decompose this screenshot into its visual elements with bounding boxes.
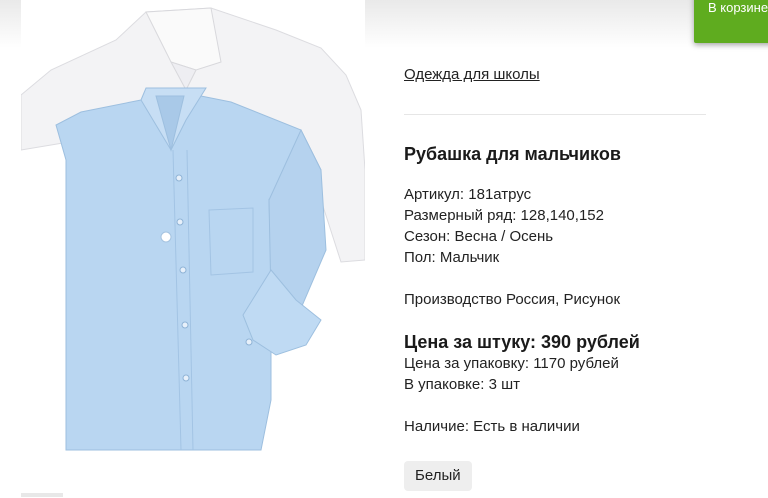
sizes-text: Размерный ряд: 128,140,152 bbox=[404, 207, 604, 224]
image-thumbnail-indicator bbox=[21, 493, 63, 497]
pack-price: Цена за упаковку: 1170 рублей bbox=[404, 355, 619, 372]
production-text: Производство Россия, Рисунок bbox=[404, 291, 621, 308]
season-text: Сезон: Весна / Осень bbox=[404, 228, 554, 245]
cart-button[interactable]: В корзине bbox=[694, 0, 768, 43]
divider bbox=[404, 114, 706, 115]
unit-price: Цена за штуку: 390 рублей bbox=[404, 332, 640, 352]
shirt-illustration bbox=[21, 7, 365, 451]
category-link[interactable]: Одежда для школы bbox=[404, 66, 540, 83]
color-option-chip[interactable]: Белый bbox=[404, 461, 472, 491]
pack-quantity: В упаковке: 3 шт bbox=[404, 376, 521, 393]
article-text: Артикул: 181атрус bbox=[404, 186, 532, 203]
gender-text: Пол: Мальчик bbox=[404, 249, 500, 266]
product-title: Рубашка для мальчиков bbox=[404, 144, 621, 164]
product-image[interactable] bbox=[21, 0, 365, 490]
availability-text: Наличие: Есть в наличии bbox=[404, 418, 580, 435]
cart-button-label: В корзине bbox=[708, 0, 768, 15]
